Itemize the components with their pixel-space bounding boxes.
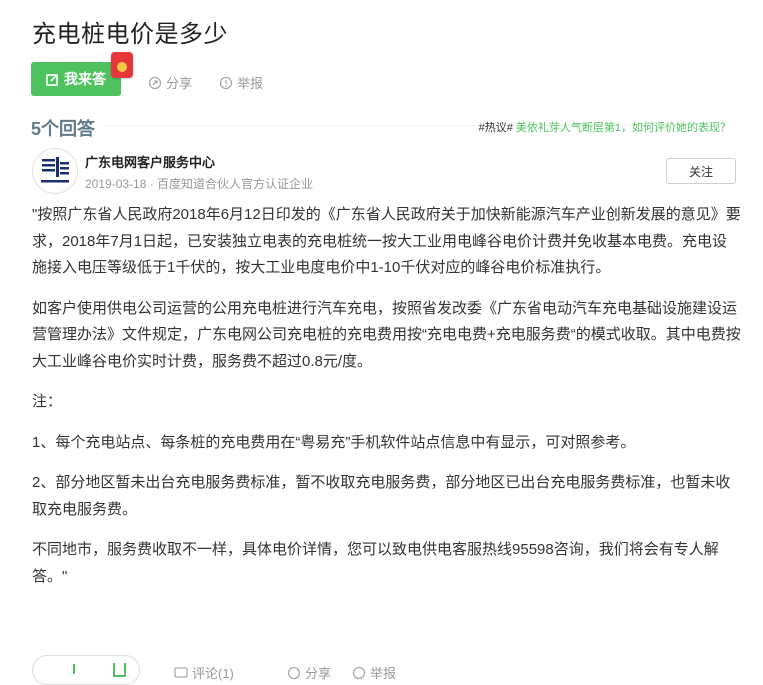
answer-paragraph: 注： [32, 393, 63, 410]
edit-icon [46, 73, 59, 86]
report-button[interactable]: 举报 [219, 73, 263, 92]
share-button[interactable]: 分享 [148, 73, 192, 92]
share-icon [287, 666, 301, 679]
bottom-share-label: 分享 [305, 666, 332, 681]
report-label: 举报 [237, 76, 264, 91]
answer-actions-bar: 评论(1) 分享 举报 [32, 655, 432, 685]
answer-paragraph: 2、部分地区暂未出台充电服务费标准，暂不收取充电服务费，部分地区已出台充电服务费… [32, 474, 731, 518]
answer-paragraph: 1、每个充电站点、每条桩的充电费用在“粤易充”手机软件站点信息中有显示，可对照参… [32, 433, 636, 451]
answer-paragraph: 如客户使用供电公司运营的公用充电桩进行汽车充电，按照省发改委《广东省电动汽车充电… [32, 299, 741, 370]
answer-content: "按照广东省人民政府2018年6月12日印发的《广东省人民政府关于加快新能源汽车… [32, 202, 742, 604]
report-icon [219, 76, 233, 89]
bottom-report-button[interactable]: 举报 [352, 663, 396, 682]
comment-icon [174, 666, 188, 678]
thumb-down-icon [113, 663, 126, 677]
answers-count: 5个回答 [31, 119, 96, 139]
hot-topic-link[interactable]: 美依礼芽人气断层第1，如何评价她的表现？ [516, 122, 731, 134]
share-label: 分享 [166, 76, 193, 91]
comment-button[interactable]: 评论(1) [174, 663, 234, 682]
share-icon [148, 76, 162, 89]
bottom-share-button[interactable]: 分享 [287, 663, 331, 682]
author-name[interactable]: 广东电网客户服务中心 [85, 152, 215, 171]
comment-label: 评论(1) [192, 666, 234, 681]
report-icon [352, 666, 366, 679]
answer-paragraph: "按照广东省人民政府2018年6月12日印发的《广东省人民政府关于加快新能源汽车… [32, 206, 741, 276]
like-button[interactable] [32, 655, 140, 685]
answer-button-label: 我来答 [64, 71, 106, 87]
red-packet-icon[interactable] [111, 52, 133, 78]
thumb-up-icon [73, 664, 85, 674]
answer-button[interactable]: 我来答 [31, 62, 121, 96]
avatar[interactable] [32, 148, 78, 194]
bottom-report-label: 举报 [370, 666, 397, 681]
hot-tag: #热议# [478, 122, 513, 134]
follow-button[interactable]: 关注 [666, 158, 736, 184]
answer-paragraph: 不同地市，服务费收取不一样，具体电价详情，您可以致电供电客服热线95598咨询，… [32, 541, 719, 585]
question-title: 充电桩电价是多少 [32, 21, 228, 48]
hot-topic: #热议# 美依礼芽人气断层第1，如何评价她的表现？ [479, 119, 731, 135]
answer-meta: 2019-03-18 · 百度知道合伙人官方认证企业 [85, 177, 314, 191]
china-southern-grid-logo-icon [41, 157, 69, 183]
